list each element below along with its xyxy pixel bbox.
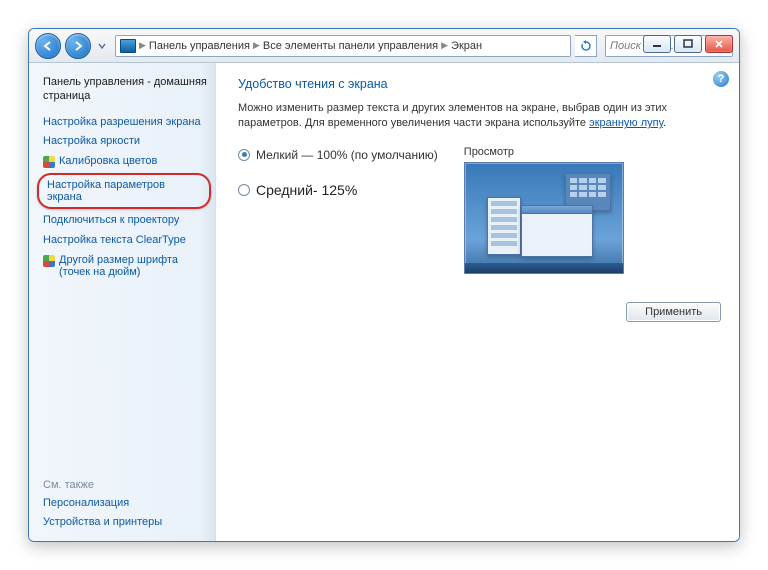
refresh-button[interactable] — [575, 35, 597, 57]
address-bar[interactable]: ▶ Панель управления ▶ Все элементы панел… — [115, 35, 571, 57]
page-title: Удобство чтения с экрана — [238, 77, 721, 91]
sidebar: Панель управления - домашняя страница На… — [29, 63, 215, 541]
option-medium[interactable]: Средний- 125% — [238, 182, 438, 198]
chevron-right-icon: ▶ — [139, 40, 146, 51]
radio-icon — [238, 149, 250, 161]
preview-label: Просмотр — [464, 146, 721, 158]
sidebar-footer: См. также Персонализация Устройства и пр… — [43, 466, 207, 534]
sidebar-item-cleartype[interactable]: Настройка текста ClearType — [43, 231, 207, 251]
back-button[interactable] — [35, 33, 61, 59]
chevron-right-icon: ▶ — [441, 40, 448, 51]
size-options: Мелкий — 100% (по умолчанию) Средний- 12… — [238, 146, 438, 198]
option-label: Мелкий — 100% (по умолчанию) — [256, 148, 438, 162]
chevron-right-icon: ▶ — [253, 40, 260, 51]
monitor-icon — [120, 39, 136, 53]
sidebar-home-link[interactable]: Панель управления - домашняя страница — [43, 73, 207, 107]
content-pane: ? Удобство чтения с экрана Можно изменит… — [215, 63, 739, 541]
control-panel-window: ▶ Панель управления ▶ Все элементы панел… — [28, 28, 740, 542]
minimize-button[interactable] — [643, 35, 671, 53]
breadcrumb-mid[interactable]: Все элементы панели управления — [263, 40, 438, 52]
nav-bar: ▶ Панель управления ▶ Все элементы панел… — [29, 29, 739, 63]
forward-button[interactable] — [65, 33, 91, 59]
options-row: Мелкий — 100% (по умолчанию) Средний- 12… — [238, 146, 721, 274]
window-controls — [643, 35, 733, 53]
sidebar-item-dpi[interactable]: Другой размер шрифта (точек на дюйм) — [43, 251, 207, 281]
sidebar-item-projector[interactable]: Подключиться к проектору — [43, 211, 207, 231]
sidebar-item-display-settings[interactable]: Настройка параметров экрана — [37, 173, 211, 209]
breadcrumb-root[interactable]: Панель управления — [149, 40, 250, 52]
see-also-label: См. также — [43, 476, 207, 494]
sidebar-item-resolution[interactable]: Настройка разрешения экрана — [43, 113, 207, 133]
apply-button[interactable]: Применить — [626, 302, 721, 322]
help-icon[interactable]: ? — [713, 71, 729, 87]
option-small[interactable]: Мелкий — 100% (по умолчанию) — [238, 148, 438, 162]
magnifier-link[interactable]: экранную лупу — [589, 117, 663, 129]
sidebar-footer-devices[interactable]: Устройства и принтеры — [43, 513, 207, 533]
history-dropdown[interactable] — [95, 35, 109, 57]
breadcrumb-leaf[interactable]: Экран — [451, 40, 482, 52]
option-label: Средний- 125% — [256, 182, 357, 198]
sidebar-item-label: Настройка параметров экрана — [47, 179, 165, 203]
sidebar-item-calibration[interactable]: Калибровка цветов — [43, 152, 207, 171]
close-button[interactable] — [705, 35, 733, 53]
radio-icon — [238, 184, 250, 196]
preview-image — [464, 162, 624, 274]
sidebar-item-label: Другой размер шрифта (точек на дюйм) — [59, 254, 207, 278]
page-description: Можно изменить размер текста и других эл… — [238, 101, 721, 132]
shield-icon — [43, 255, 55, 267]
sidebar-item-brightness[interactable]: Настройка яркости — [43, 132, 207, 152]
sidebar-footer-personalization[interactable]: Персонализация — [43, 494, 207, 514]
shield-icon — [43, 156, 55, 168]
sidebar-item-label: Калибровка цветов — [59, 155, 157, 167]
preview-column: Просмотр — [464, 146, 721, 274]
maximize-button[interactable] — [674, 35, 702, 53]
window-body: Панель управления - домашняя страница На… — [29, 63, 739, 541]
